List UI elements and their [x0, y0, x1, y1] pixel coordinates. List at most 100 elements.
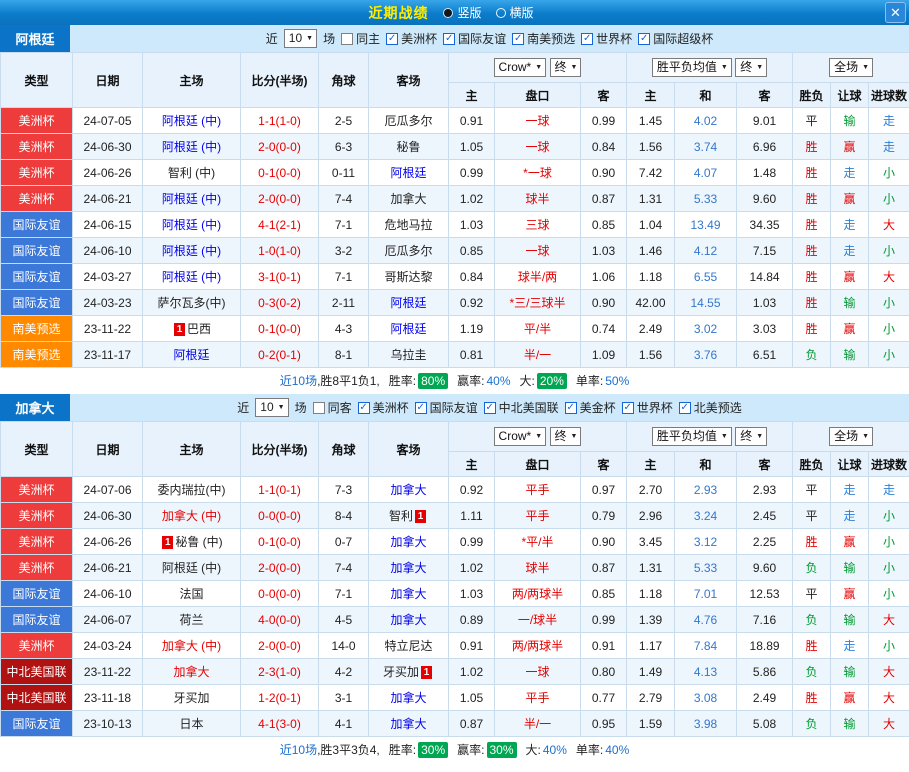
team-link[interactable]: 阿根廷 (中) — [162, 244, 221, 258]
score-cell[interactable]: 2-0(0-0) — [241, 633, 319, 659]
team-link[interactable]: 阿根廷 — [390, 322, 426, 336]
chevron-down-icon: ▼ — [571, 429, 578, 444]
match-count-select[interactable]: 10▼ — [284, 29, 317, 48]
team-link[interactable]: 厄瓜多尔 — [384, 244, 432, 258]
competition-checkbox[interactable]: 美洲杯 — [386, 30, 437, 47]
competition-checkbox[interactable]: 南美预选 — [512, 30, 575, 47]
score-cell[interactable]: 0-3(0-2) — [241, 290, 319, 316]
scope-select[interactable]: 全场▼ — [829, 58, 873, 77]
team-link[interactable]: 加拿大 — [173, 665, 209, 679]
score-cell[interactable]: 2-0(0-0) — [241, 134, 319, 160]
team-link[interactable]: 秘鲁 — [396, 140, 420, 154]
close-icon[interactable]: ✕ — [885, 2, 906, 23]
competition-checkbox[interactable]: 北美预选 — [679, 399, 742, 416]
team-link[interactable]: 日本 — [179, 717, 203, 731]
team-link[interactable]: 加拿大 — [390, 483, 426, 497]
score-cell[interactable]: 3-1(0-1) — [241, 264, 319, 290]
team-link[interactable]: 秘鲁 (中) — [175, 535, 222, 549]
score-cell[interactable]: 4-1(3-0) — [241, 711, 319, 737]
score-cell[interactable]: 0-2(0-1) — [241, 342, 319, 368]
same-venue-checkbox[interactable]: 同客 — [313, 399, 352, 416]
score-cell[interactable]: 1-2(0-1) — [241, 685, 319, 711]
view-mode-radio-horizontal[interactable]: 横版 — [496, 4, 534, 21]
team-link[interactable]: 阿根廷 — [390, 166, 426, 180]
europe-final-select[interactable]: 终▼ — [735, 427, 767, 446]
team-link[interactable]: 加拿大 — [390, 561, 426, 575]
team-link[interactable]: 阿根廷 (中) — [162, 270, 221, 284]
draw-odds: 7.01 — [675, 581, 737, 607]
team-link[interactable]: 加拿大 (中) — [162, 639, 221, 653]
score-cell[interactable]: 2-0(0-0) — [241, 555, 319, 581]
competition-checkbox[interactable]: 世界杯 — [581, 30, 632, 47]
team-link[interactable]: 加拿大 — [390, 613, 426, 627]
team-link[interactable]: 加拿大 — [390, 691, 426, 705]
team-link[interactable]: 牙买加 — [173, 691, 209, 705]
team-link[interactable]: 阿根廷 — [173, 348, 209, 362]
competition-checkbox[interactable]: 美洲杯 — [358, 399, 409, 416]
table-row: 国际友谊24-06-10阿根廷 (中)1-0(1-0)3-2厄瓜多尔0.85一球… — [1, 238, 909, 264]
score-cell[interactable]: 2-0(0-0) — [241, 186, 319, 212]
table-row: 国际友谊24-03-27阿根廷 (中)3-1(0-1)7-1哥斯达黎0.84球半… — [1, 264, 909, 290]
team-link[interactable]: 加拿大 (中) — [162, 509, 221, 523]
team-link[interactable]: 加拿大 — [390, 587, 426, 601]
score-cell[interactable]: 1-1(1-0) — [241, 108, 319, 134]
team-link[interactable]: 加拿大 — [390, 717, 426, 731]
asian-final-select[interactable]: 终▼ — [550, 58, 582, 77]
bookmaker-select[interactable]: Crow*▼ — [494, 58, 547, 77]
away-team-cell: 秘鲁 — [369, 134, 449, 160]
team-link[interactable]: 乌拉圭 — [390, 348, 426, 362]
team-link[interactable]: 巴西 — [187, 322, 211, 336]
team-link[interactable]: 危地马拉 — [384, 218, 432, 232]
score-cell[interactable]: 0-1(0-0) — [241, 529, 319, 555]
bookmaker-select[interactable]: Crow*▼ — [494, 427, 547, 446]
competition-checkbox[interactable]: 国际友谊 — [415, 399, 478, 416]
score-cell[interactable]: 4-0(0-0) — [241, 607, 319, 633]
team-link[interactable]: 阿根廷 (中) — [162, 140, 221, 154]
same-venue-checkbox[interactable]: 同主 — [341, 30, 380, 47]
competition-checkbox[interactable]: 中北美国联 — [484, 399, 559, 416]
team-link[interactable]: 阿根廷 — [390, 296, 426, 310]
team-link[interactable]: 法国 — [179, 587, 203, 601]
score-cell[interactable]: 0-1(0-0) — [241, 316, 319, 342]
score-cell[interactable]: 4-1(2-1) — [241, 212, 319, 238]
team-link[interactable]: 阿根廷 (中) — [162, 192, 221, 206]
score-cell[interactable]: 0-0(0-0) — [241, 503, 319, 529]
team-link[interactable]: 加拿大 — [390, 535, 426, 549]
asian-final-select[interactable]: 终▼ — [550, 427, 582, 446]
match-count-select[interactable]: 10▼ — [255, 398, 288, 417]
team-link[interactable]: 阿根廷 (中) — [162, 218, 221, 232]
view-mode-radio-vertical[interactable]: 竖版 — [443, 4, 481, 21]
team-link[interactable]: 阿根廷 (中) — [162, 561, 221, 575]
team-link[interactable]: 哥斯达黎 — [384, 270, 432, 284]
competition-checkbox[interactable]: 世界杯 — [622, 399, 673, 416]
lose-odds: 12.53 — [737, 581, 793, 607]
competition-checkbox[interactable]: 国际友谊 — [443, 30, 506, 47]
team-link[interactable]: 阿根廷 (中) — [162, 114, 221, 128]
europe-final-select[interactable]: 终▼ — [735, 58, 767, 77]
corner-cell: 7-4 — [319, 555, 369, 581]
team-link[interactable]: 特立尼达 — [384, 639, 432, 653]
handicap-cell: 球半/两 — [495, 264, 581, 290]
team-link[interactable]: 荷兰 — [179, 613, 203, 627]
team-link[interactable]: 智利 — [389, 509, 413, 523]
team-link[interactable]: 厄瓜多尔 — [384, 114, 432, 128]
score-cell[interactable]: 0-1(0-0) — [241, 160, 319, 186]
win-odds: 1.46 — [627, 238, 675, 264]
score-cell[interactable]: 1-0(1-0) — [241, 238, 319, 264]
team-link[interactable]: 委内瑞拉(中) — [158, 483, 226, 497]
scope-select[interactable]: 全场▼ — [829, 427, 873, 446]
competition-checkbox[interactable]: 国际超级杯 — [638, 30, 713, 47]
team-link[interactable]: 智利 (中) — [168, 166, 215, 180]
competition-checkbox[interactable]: 美金杯 — [565, 399, 616, 416]
europe-odds-select[interactable]: 胜平负均值▼ — [652, 58, 732, 77]
team-link[interactable]: 牙买加 — [383, 665, 419, 679]
score-cell[interactable]: 0-0(0-0) — [241, 581, 319, 607]
chevron-down-icon: ▼ — [862, 429, 869, 444]
team-link[interactable]: 加拿大 — [390, 192, 426, 206]
team-link[interactable]: 萨尔瓦多(中) — [158, 296, 226, 310]
score-cell[interactable]: 2-3(1-0) — [241, 659, 319, 685]
score-cell[interactable]: 1-1(0-1) — [241, 477, 319, 503]
subcol-header: 主 — [627, 83, 675, 108]
europe-odds-select[interactable]: 胜平负均值▼ — [652, 427, 732, 446]
asian-home-odds: 0.91 — [449, 633, 495, 659]
